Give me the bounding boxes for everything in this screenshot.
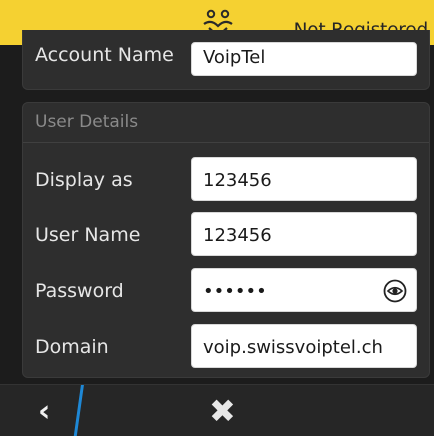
chevron-left-icon: ‹ — [38, 394, 51, 429]
section-title: User Details — [23, 103, 429, 143]
eye-icon[interactable] — [383, 279, 407, 303]
display-as-label: Display as — [35, 169, 133, 191]
domain-label: Domain — [35, 336, 109, 358]
cancel-button[interactable]: ✖ — [195, 385, 255, 436]
account-name-label: Account Name — [35, 44, 174, 66]
user-name-field[interactable]: 123456 — [191, 212, 417, 256]
settings-screen: Not Registered Account Name VoipTel User… — [0, 0, 434, 436]
password-value: •••••• — [203, 281, 267, 302]
account-panel: Account Name VoipTel — [22, 30, 430, 90]
domain-field[interactable]: voip.swissvoiptel.ch — [191, 324, 417, 368]
user-name-label: User Name — [35, 224, 141, 246]
account-name-field[interactable]: VoipTel — [191, 42, 417, 76]
password-field[interactable]: •••••• — [191, 268, 417, 312]
close-icon: ✖ — [209, 392, 236, 430]
password-label: Password — [35, 280, 124, 302]
action-bar: ‹ ✖ — [0, 384, 434, 436]
user-details-panel: User Details Display as 123456 User Name… — [22, 102, 430, 378]
display-as-field[interactable]: 123456 — [191, 157, 417, 201]
